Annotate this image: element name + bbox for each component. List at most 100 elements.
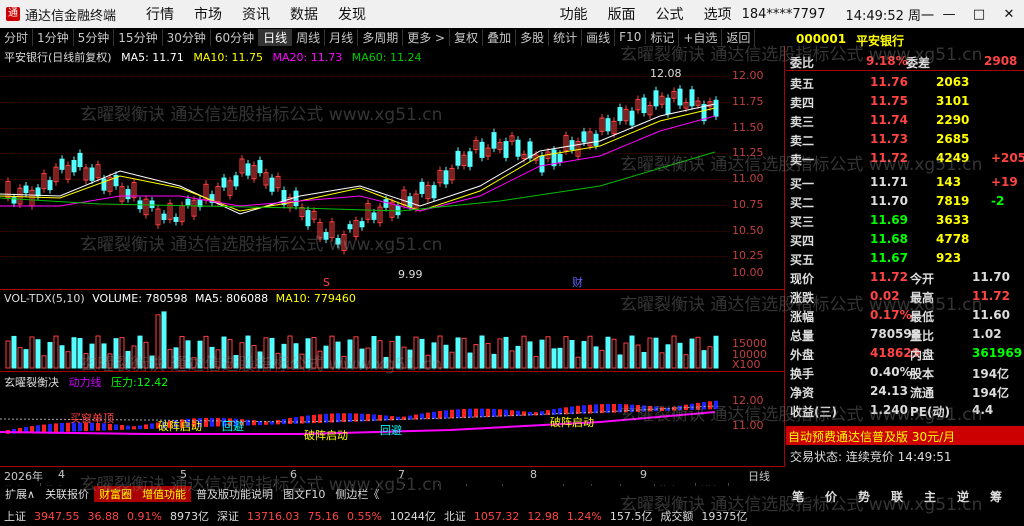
month-tick: 5 bbox=[180, 468, 187, 481]
bid-row[interactable]: 买三 11.69 3633 bbox=[786, 211, 1024, 230]
tab-60min[interactable]: 60分钟 bbox=[211, 28, 260, 46]
ask-row[interactable]: 卖一 11.72 4249 +205 bbox=[786, 149, 1024, 168]
add-watchlist-button[interactable]: +自选 bbox=[679, 28, 723, 46]
volume-bar bbox=[347, 339, 353, 369]
bid-row[interactable]: 买四 11.68 4778 bbox=[786, 230, 1024, 249]
adjust-button[interactable]: 复权 bbox=[450, 28, 484, 46]
overlay-button[interactable]: 叠加 bbox=[483, 28, 517, 46]
quote-nav-button[interactable]: 势 bbox=[858, 488, 870, 505]
volume-bar bbox=[575, 356, 581, 369]
extension-tab[interactable]: 普及版功能说明 bbox=[191, 486, 278, 502]
volume-bar bbox=[371, 336, 377, 369]
stat-row[interactable]: 涨跌 0.02 最高 11.72 bbox=[786, 287, 1024, 306]
volume-bar bbox=[443, 344, 449, 369]
quote-nav-button[interactable]: 逆 bbox=[957, 488, 969, 505]
candle bbox=[617, 107, 623, 122]
tab-15min[interactable]: 15分钟 bbox=[114, 28, 163, 46]
month-tick: 6 bbox=[290, 468, 297, 481]
draw-button[interactable]: 画线 bbox=[582, 28, 616, 46]
menu-discover[interactable]: 发现 bbox=[328, 4, 376, 24]
stat-label: 涨跌 bbox=[790, 291, 815, 305]
menu-formula[interactable]: 公式 bbox=[646, 4, 694, 24]
volume-bar bbox=[353, 336, 359, 369]
index-status: 36.88 bbox=[87, 509, 120, 523]
extension-tab[interactable]: 图文F10 bbox=[278, 486, 330, 502]
extension-tab[interactable]: 增值功能 bbox=[137, 486, 192, 502]
chart-area[interactable]: 平安银行(日线前复权) MA5: 11.71 MA10: 11.75 MA20:… bbox=[0, 46, 785, 466]
volume-bar bbox=[635, 344, 641, 369]
multi-stock-button[interactable]: 多股 bbox=[516, 28, 550, 46]
user-account[interactable]: 184****7797 bbox=[742, 7, 826, 22]
mark-button[interactable]: 标记 bbox=[646, 28, 680, 46]
menu-quotes[interactable]: 行情 bbox=[136, 4, 184, 24]
tab-intraday[interactable]: 分时 bbox=[0, 28, 34, 46]
volume-bar bbox=[497, 338, 503, 369]
quote-nav-button[interactable]: 联 bbox=[891, 488, 903, 505]
tab-30min[interactable]: 30分钟 bbox=[163, 28, 211, 46]
quote-nav-button[interactable]: 筹 bbox=[990, 488, 1002, 505]
candlestick-chart[interactable]: 12.08 9.99 S 财 bbox=[0, 46, 730, 290]
quote-nav-button[interactable]: 主 bbox=[924, 488, 936, 505]
stat-row[interactable]: 涨幅 0.17% 最低 11.60 bbox=[786, 306, 1024, 325]
month-tick: 9 bbox=[640, 468, 647, 481]
volume-bar bbox=[107, 353, 113, 369]
tab-1min[interactable]: 1分钟 bbox=[33, 28, 74, 46]
maximize-icon[interactable]: □ bbox=[964, 7, 994, 22]
minimize-icon[interactable]: — bbox=[934, 7, 964, 22]
ask-label: 卖三 bbox=[790, 115, 815, 129]
ask-price: 11.73 bbox=[870, 132, 908, 146]
f10-button[interactable]: F10 bbox=[615, 30, 647, 44]
ask-row[interactable]: 卖四 11.75 3101 bbox=[786, 92, 1024, 111]
y-tick: 12.00 bbox=[732, 69, 764, 82]
indicator-bar bbox=[210, 417, 214, 427]
extension-tab[interactable]: 扩展∧ bbox=[0, 486, 40, 502]
candle bbox=[491, 132, 497, 149]
tab-daily[interactable]: 日线 bbox=[259, 28, 293, 46]
stat-row[interactable]: 收益(三) 1.240 PE(动) 4.4 bbox=[786, 401, 1024, 420]
ask-row[interactable]: 卖二 11.73 2685 bbox=[786, 130, 1024, 149]
menu-layout[interactable]: 版面 bbox=[598, 4, 646, 24]
bid-row[interactable]: 买一 11.71 143 +19 bbox=[786, 173, 1024, 192]
volume-bar bbox=[425, 354, 431, 369]
extension-tab[interactable]: 侧边栏《 bbox=[330, 486, 384, 502]
bid-row[interactable]: 买二 11.70 7819 -2 bbox=[786, 192, 1024, 211]
tab-5min[interactable]: 5分钟 bbox=[74, 28, 115, 46]
indicator-panel[interactable]: 玄曜裂衡决 动力线 压力:12.42 12.00 11.00 买窗单顶 破阵启动… bbox=[0, 372, 785, 466]
volume-bar bbox=[11, 335, 17, 369]
stat-row[interactable]: 外盘 418629 内盘 361969 bbox=[786, 344, 1024, 363]
volume-panel[interactable]: VOL-TDX(5,10) VOLUME: 780598 MA5: 806088… bbox=[0, 290, 785, 372]
tab-more[interactable]: 更多 > bbox=[403, 28, 451, 46]
tab-multi-period[interactable]: 多周期 bbox=[358, 28, 404, 46]
close-icon[interactable]: ✕ bbox=[994, 7, 1024, 22]
extension-tab[interactable]: 财富圈 bbox=[94, 486, 138, 502]
quote-nav-button[interactable]: 价 bbox=[825, 488, 837, 505]
stat-row[interactable]: 现价 11.72 今开 11.70 bbox=[786, 268, 1024, 287]
promo-banner[interactable]: 自动预费通达信普及版 30元/月 bbox=[788, 428, 955, 445]
back-button[interactable]: 返回 bbox=[722, 28, 756, 46]
tab-weekly[interactable]: 周线 bbox=[292, 28, 326, 46]
ask-label: 卖一 bbox=[790, 153, 815, 167]
quote-nav-button[interactable]: 笔 bbox=[792, 488, 804, 505]
menu-data[interactable]: 数据 bbox=[280, 4, 328, 24]
ask-row[interactable]: 卖三 11.74 2290 bbox=[786, 111, 1024, 130]
menu-options[interactable]: 选项 bbox=[694, 4, 742, 24]
extension-tab[interactable]: 关联报价 bbox=[40, 486, 94, 502]
bid-price: 11.68 bbox=[870, 232, 908, 246]
menu-function[interactable]: 功能 bbox=[550, 4, 598, 24]
volume-bar bbox=[77, 338, 83, 369]
y-tick: 10.25 bbox=[732, 249, 764, 262]
menu-news[interactable]: 资讯 bbox=[232, 4, 280, 24]
bid-row[interactable]: 买五 11.67 923 bbox=[786, 249, 1024, 268]
price-panel[interactable]: 平安银行(日线前复权) MA5: 11.71 MA10: 11.75 MA20:… bbox=[0, 46, 785, 290]
indicator-chart[interactable]: 买窗单顶 破阵启动 回避 破阵启动 回避 破阵启动 bbox=[0, 372, 730, 466]
stats-button[interactable]: 统计 bbox=[549, 28, 583, 46]
stat-row[interactable]: 换手 0.40% 股本 194亿 bbox=[786, 363, 1024, 382]
volume-bars[interactable] bbox=[0, 290, 730, 372]
menu-market[interactable]: 市场 bbox=[184, 4, 232, 24]
stat-row[interactable]: 净资 24.13 流通 194亿 bbox=[786, 382, 1024, 401]
stat-row[interactable]: 总量 780598 量比 1.02 bbox=[786, 325, 1024, 344]
volume-bar bbox=[263, 337, 269, 369]
tab-monthly[interactable]: 月线 bbox=[325, 28, 359, 46]
ask-row[interactable]: 卖五 11.76 2063 bbox=[786, 73, 1024, 92]
ask-volume: 3101 bbox=[936, 94, 970, 108]
